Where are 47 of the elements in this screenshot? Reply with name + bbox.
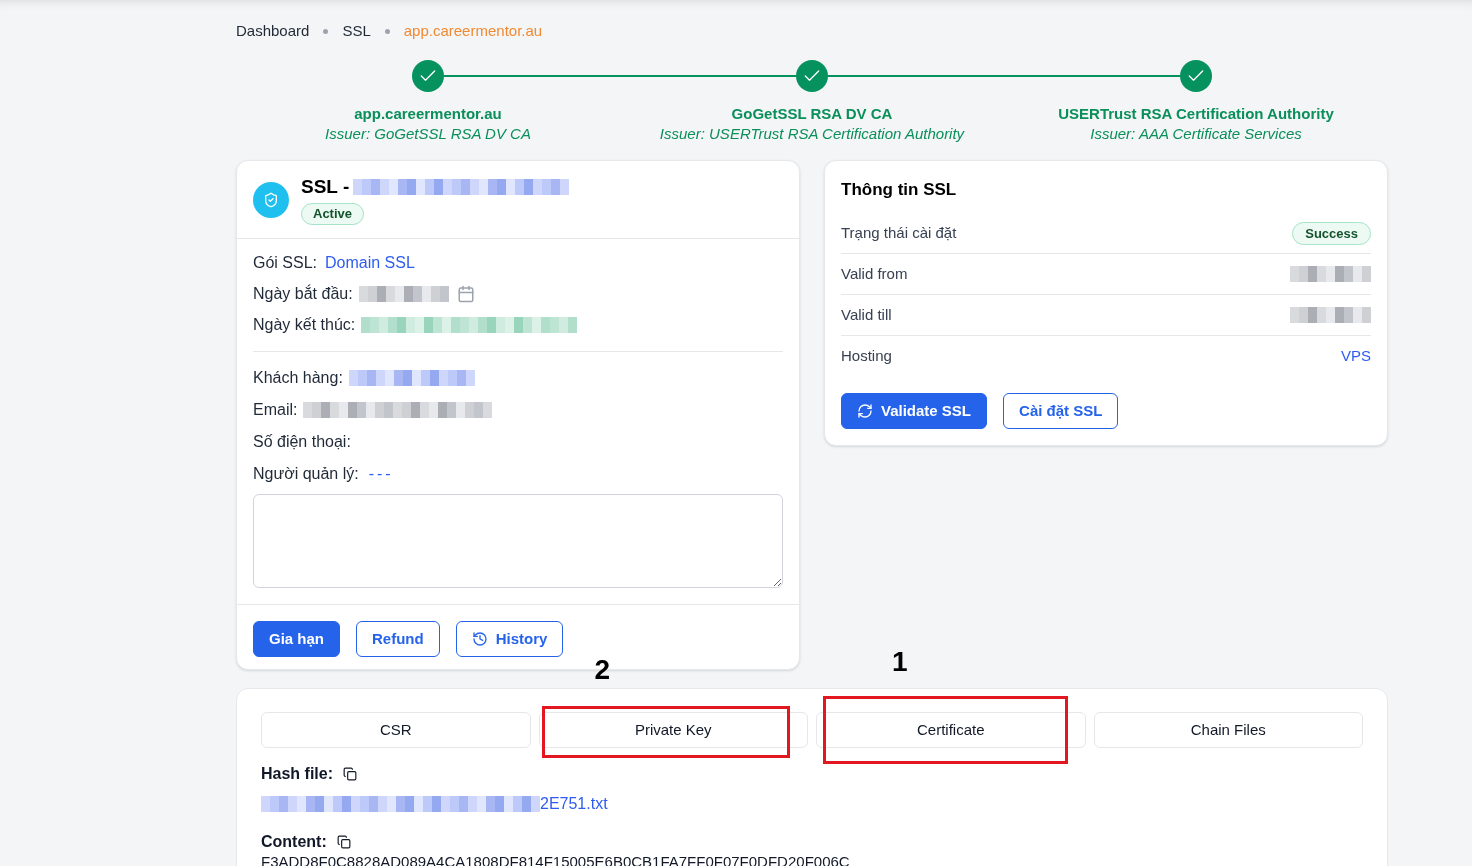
field-label: Khách hàng:: [253, 368, 343, 388]
history-icon: [471, 631, 488, 647]
step-title: USERTrust RSA Certification Authority: [1058, 104, 1334, 124]
field-label: Gói SSL:: [253, 253, 318, 273]
section-label: Content:: [261, 832, 327, 852]
info-label: Hosting: [841, 346, 892, 367]
field-label: Email:: [253, 400, 298, 420]
step-issuer: Issuer: USERTrust RSA Certification Authority: [659, 124, 965, 144]
status-badge: Success: [1292, 221, 1371, 245]
file-tab[interactable]: CSR: [261, 712, 531, 748]
note-field[interactable]: [253, 494, 783, 588]
annotation-number: 2: [594, 654, 611, 686]
field-label: Số điện thoại:: [253, 432, 351, 452]
file-tab[interactable]: Chain Files: [1093, 712, 1363, 748]
info-label: Valid from: [841, 263, 908, 284]
status-badge: Active: [301, 203, 365, 225]
info-label: Valid till: [841, 304, 892, 325]
ssl-title: SSL -: [301, 175, 350, 199]
shield-icon: [253, 182, 289, 218]
card-title: Thông tin SSL: [841, 179, 958, 200]
step-issuer: Issuer: GoGetSSL RSA DV CA: [325, 124, 531, 144]
field-label: Người quản lý:: [253, 464, 359, 484]
install-button[interactable]: Cài đặt SSL: [1003, 393, 1119, 429]
step-title: app.careermentor.au: [354, 104, 502, 124]
validate-button[interactable]: Validate SSL: [841, 393, 988, 429]
copy-icon[interactable]: [343, 767, 357, 781]
field-label: Ngày bắt đầu:: [253, 283, 353, 304]
renew-button[interactable]: Gia hạn: [253, 621, 340, 657]
field-label: Ngày kết thúc:: [253, 315, 356, 335]
empty-value: ---: [368, 464, 394, 484]
step-issuer: Issuer: AAA Certificate Services: [1090, 124, 1302, 144]
history-button[interactable]: History: [455, 621, 564, 657]
file-tab[interactable]: Certificate: [816, 712, 1086, 748]
file-link[interactable]: 2E751.txt: [540, 792, 608, 816]
refresh-icon: [857, 403, 873, 419]
breadcrumb-item: app.careermentor.au: [403, 20, 543, 41]
step-title: GoGetSSL RSA DV CA: [731, 104, 893, 124]
breadcrumb-item[interactable]: SSL: [342, 19, 371, 43]
info-link[interactable]: VPS: [1341, 345, 1371, 368]
info-label: Trạng thái cài đặt: [841, 222, 957, 243]
section-label: Hash file:: [261, 764, 333, 784]
annotation-number: 1: [892, 646, 908, 678]
copy-icon[interactable]: [336, 835, 351, 849]
field-link[interactable]: Domain SSL: [325, 251, 415, 275]
breadcrumb-item[interactable]: Dashboard: [236, 19, 310, 43]
refund-button[interactable]: Refund: [356, 621, 440, 657]
file-tab[interactable]: Private Key: [538, 712, 808, 748]
